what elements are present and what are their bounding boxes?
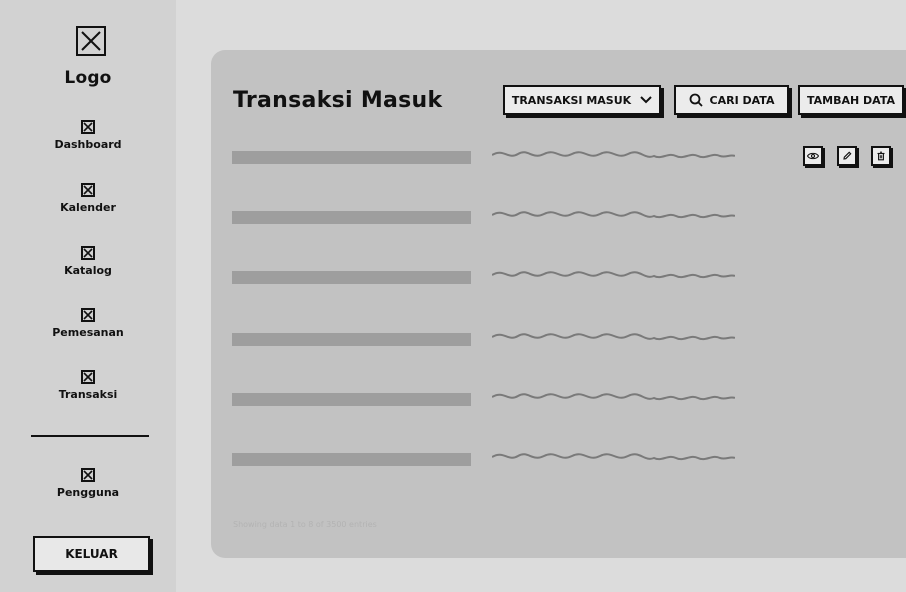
- transaction-type-dropdown[interactable]: TRANSAKSI MASUK: [503, 85, 661, 115]
- order-icon: [81, 308, 95, 322]
- trash-icon: [877, 151, 885, 161]
- pencil-icon: [843, 151, 852, 160]
- page-title: Transaksi Masuk: [233, 88, 443, 113]
- row-placeholder-squiggle: [492, 333, 735, 341]
- view-button[interactable]: [803, 146, 823, 166]
- sidebar-item-label: Transaksi: [58, 388, 118, 401]
- sidebar-item-label: Katalog: [64, 264, 112, 277]
- edit-button[interactable]: [837, 146, 857, 166]
- sidebar: Logo Dashboard Kalender Katalog Pemesana…: [0, 0, 176, 592]
- row-placeholder-squiggle: [492, 453, 735, 461]
- row-placeholder-squiggle: [492, 393, 735, 401]
- row-placeholder-bar: [232, 453, 471, 466]
- sidebar-item-pengguna[interactable]: Pengguna: [0, 468, 176, 499]
- search-label: CARI DATA: [709, 93, 775, 107]
- sidebar-item-transaksi[interactable]: Transaksi: [0, 370, 176, 401]
- calendar-icon: [81, 183, 95, 197]
- pagination-info: Showing data 1 to 8 of 3500 entries: [233, 520, 377, 529]
- search-button[interactable]: CARI DATA: [674, 85, 789, 115]
- row-placeholder-squiggle: [492, 211, 735, 219]
- delete-button[interactable]: [871, 146, 891, 166]
- row-placeholder-bar: [232, 211, 471, 224]
- row-placeholder-squiggle: [492, 271, 735, 279]
- sidebar-item-katalog[interactable]: Katalog: [0, 246, 176, 277]
- dropdown-label: TRANSAKSI MASUK: [511, 93, 632, 107]
- dashboard-icon: [81, 120, 95, 134]
- catalog-icon: [81, 246, 95, 260]
- row-placeholder-bar: [232, 333, 471, 346]
- main-panel: Transaksi Masuk TRANSAKSI MASUK CARI DAT…: [211, 50, 906, 558]
- sidebar-divider: [31, 435, 149, 437]
- logout-button[interactable]: KELUAR: [33, 536, 150, 572]
- sidebar-item-kalender[interactable]: Kalender: [0, 183, 176, 214]
- search-icon: [689, 93, 703, 107]
- add-data-button[interactable]: TAMBAH DATA: [798, 85, 904, 115]
- transaction-icon: [81, 370, 95, 384]
- user-icon: [81, 468, 95, 482]
- sidebar-item-label: Pemesanan: [52, 326, 124, 339]
- sidebar-item-label: Pengguna: [56, 486, 120, 499]
- row-placeholder-bar: [232, 151, 471, 164]
- row-placeholder-bar: [232, 271, 471, 284]
- sidebar-item-label: Dashboard: [54, 138, 122, 151]
- row-placeholder-squiggle: [492, 151, 735, 159]
- chevron-down-icon: [640, 96, 652, 104]
- eye-icon: [807, 152, 819, 160]
- logo-placeholder-icon: [76, 26, 106, 56]
- sidebar-item-pemesanan[interactable]: Pemesanan: [0, 308, 176, 339]
- logo-text: Logo: [64, 68, 112, 88]
- row-placeholder-bar: [232, 393, 471, 406]
- sidebar-item-label: Kalender: [60, 201, 116, 214]
- sidebar-item-dashboard[interactable]: Dashboard: [0, 120, 176, 151]
